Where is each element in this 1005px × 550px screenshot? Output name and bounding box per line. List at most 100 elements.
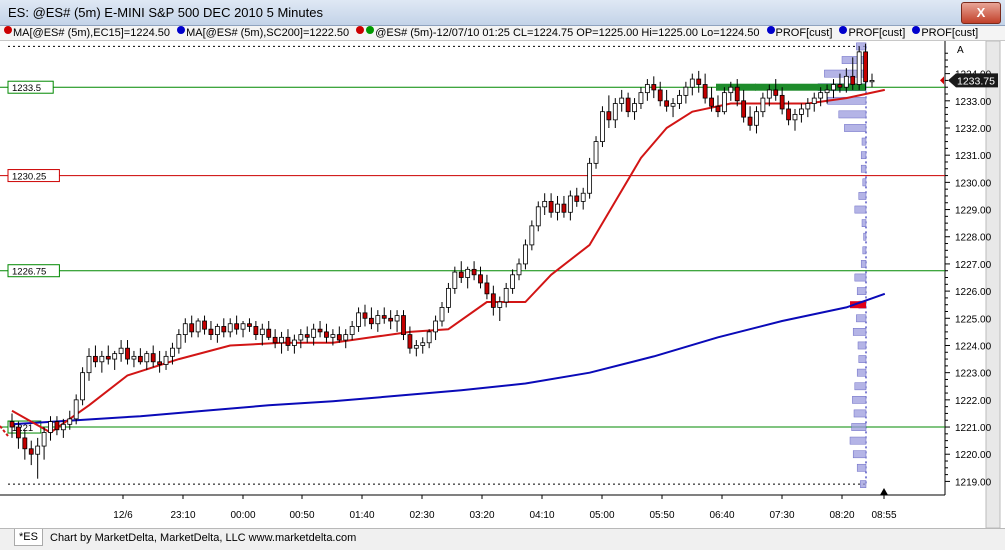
candle-body	[311, 328, 317, 338]
candle-body	[651, 84, 657, 91]
level-label: 1226.75	[12, 267, 46, 278]
x-tick-label: 02:30	[409, 510, 434, 521]
y-tick-label: 1221.00	[955, 423, 992, 434]
candle-body	[843, 75, 849, 88]
candle-body	[657, 89, 663, 102]
credit-text: Chart by MarketDelta, MarketDelta, LLC w…	[50, 532, 357, 544]
candle-body	[67, 418, 73, 425]
candle-body	[48, 421, 53, 433]
candle-body	[298, 334, 304, 341]
red-circle-icon	[356, 26, 365, 34]
level-label: 1230.25	[12, 172, 46, 183]
candle-body	[510, 274, 515, 289]
candle-body	[221, 326, 227, 333]
profile-bar	[861, 219, 867, 227]
x-tick-label: 07:30	[769, 510, 794, 521]
candle	[80, 367, 85, 406]
candle-body	[394, 315, 400, 322]
window-titlebar: ES: @ES# (5m) E-MINI S&P 500 DEC 2010 5 …	[0, 0, 1005, 26]
chart-tab[interactable]: *ES	[14, 529, 43, 546]
profile-bar	[856, 368, 867, 377]
profile-bar	[852, 328, 867, 336]
profile-bar	[862, 178, 867, 187]
profile-bar	[844, 124, 867, 132]
y-tick-label: 1230.00	[955, 178, 992, 189]
profile-bar	[856, 287, 867, 295]
profile-bar	[852, 450, 867, 459]
candle-body	[593, 141, 599, 164]
candle-body	[214, 326, 220, 336]
candle-body	[73, 399, 79, 420]
candle-body	[619, 97, 625, 104]
x-tick-label: 23:10	[170, 510, 195, 521]
legend-item[interactable]: PROF[cust]	[763, 26, 832, 40]
close-button[interactable]: X	[961, 2, 1001, 24]
blue-circle-icon	[177, 26, 186, 34]
y-tick-label: 1231.00	[955, 151, 992, 162]
candle-body	[523, 244, 528, 265]
y-tick-label: 1224.00	[955, 341, 992, 352]
candle-body	[824, 89, 830, 94]
candle-body	[856, 51, 862, 85]
candle-body	[779, 94, 785, 110]
x-tick-label: 06:40	[709, 510, 734, 521]
candle-body	[99, 355, 105, 363]
candle-body	[41, 432, 47, 447]
candle-body	[664, 100, 670, 107]
y-tick-label: 1219.00	[955, 477, 992, 488]
candle-body	[465, 268, 471, 278]
y-tick-label: 1232.00	[955, 124, 992, 135]
candle-body	[54, 421, 60, 431]
candle-body	[786, 108, 791, 121]
price-chart[interactable]: 1219.00 1220.00 1221.00 1222.00 1223.00 1224.…	[0, 41, 1005, 549]
candle	[587, 157, 593, 199]
candle-body	[304, 334, 310, 338]
candle-body	[567, 195, 573, 213]
profile-bar	[856, 42, 867, 51]
legend-item[interactable]: @ES# (5m)-12/07/10 01:25 CL=1224.75 OP=1…	[352, 26, 759, 40]
candle-body	[93, 355, 98, 363]
candle-body	[446, 287, 451, 308]
candle-body	[163, 355, 169, 365]
candle-body	[754, 111, 759, 126]
candle-body	[792, 114, 798, 121]
legend-item[interactable]: PROF[cust]	[835, 26, 905, 40]
candle-body	[247, 323, 252, 327]
legend-item[interactable]: MA[@ES# (5m),EC15]=1224.50	[0, 26, 170, 40]
candle-body	[118, 347, 124, 355]
candle-body	[279, 336, 284, 344]
candle-body	[388, 317, 394, 322]
candle-body	[60, 423, 66, 431]
candle-body	[490, 293, 496, 308]
candle-body	[452, 271, 458, 289]
green-circle-icon	[366, 26, 375, 34]
candle-body	[734, 86, 740, 102]
candle-body	[606, 111, 612, 121]
candle-body	[478, 274, 483, 284]
legend-item[interactable]: MA[@ES# (5m),SC200]=1222.50	[173, 26, 349, 40]
legend-item[interactable]: PROF[cust]	[908, 26, 978, 40]
profile-bar	[858, 355, 867, 363]
candle-body	[35, 445, 41, 455]
x-tick-label: 08:20	[829, 510, 854, 521]
candle-body	[16, 426, 21, 439]
profile-bar	[849, 436, 867, 445]
profile-bar	[863, 232, 867, 241]
profile-bar	[854, 273, 867, 282]
candle-body	[760, 97, 766, 113]
candle-body	[580, 192, 586, 202]
candle-body	[831, 84, 836, 91]
candle-body	[375, 315, 381, 325]
candle-body	[747, 116, 753, 126]
y-tick-label: 1225.00	[955, 314, 992, 325]
candle-body	[677, 94, 682, 104]
candle-body	[22, 437, 28, 450]
candle-body	[625, 97, 631, 113]
x-tick-label: 00:00	[230, 510, 255, 521]
candle-body	[259, 328, 265, 336]
profile-bar	[851, 423, 867, 431]
candle-body	[28, 448, 34, 455]
y-tick-label: 1228.00	[955, 233, 992, 244]
profile-bar	[856, 463, 867, 472]
candle-body	[869, 80, 875, 83]
